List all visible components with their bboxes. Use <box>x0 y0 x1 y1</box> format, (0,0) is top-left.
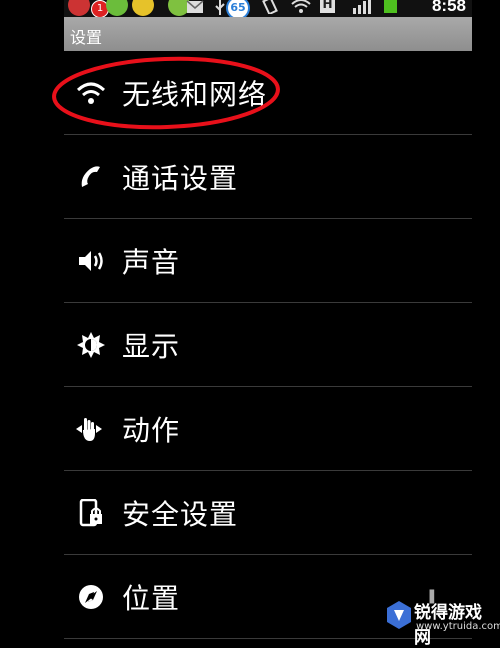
chat-app-icon <box>106 0 128 16</box>
lock-phone-icon <box>79 499 102 527</box>
settings-item-motion[interactable]: 动作 <box>64 387 472 471</box>
network-type-icon: H <box>320 0 335 13</box>
wifi-icon <box>76 82 106 104</box>
settings-item-label: 显示 <box>122 330 181 363</box>
mail-icon <box>186 0 204 13</box>
settings-item-security[interactable]: 安全设置 <box>64 471 472 555</box>
compass-icon <box>79 585 103 609</box>
usb-icon <box>215 0 225 15</box>
watermark-logo-icon <box>387 601 411 629</box>
wifi-signal-icon <box>291 0 311 13</box>
settings-item-label: 通话设置 <box>122 162 239 195</box>
settings-item-display[interactable]: 显示 <box>64 303 472 387</box>
page-title: 设置 <box>70 28 103 47</box>
watermark: 锐得游戏网 www.ytruida.com <box>382 596 500 648</box>
hand-gesture-icon <box>76 418 102 441</box>
brightness-icon <box>77 332 105 358</box>
battery-icon <box>384 0 397 13</box>
vibrate-icon <box>262 0 278 14</box>
settings-item-label: 声音 <box>122 246 181 279</box>
settings-item-label: 安全设置 <box>122 498 239 531</box>
status-bar[interactable]: 1 65 H 8:58 <box>64 0 472 17</box>
signal-strength-icon <box>353 0 371 14</box>
settings-item-label: 位置 <box>122 582 181 615</box>
watermark-url: www.ytruida.com <box>416 621 500 632</box>
clock: 8:58 <box>431 0 466 15</box>
app-notification-icon <box>68 0 90 16</box>
title-bar: 设置 <box>64 17 472 51</box>
system-status-icons: 65 H 8:58 <box>226 0 466 17</box>
speaker-icon <box>79 251 103 271</box>
settings-item-wireless-network[interactable]: 无线和网络 <box>64 51 472 135</box>
settings-item-call-settings[interactable]: 通话设置 <box>64 135 472 219</box>
settings-list: 无线和网络 通话设置 声音 显示 动作 安全设置 位置 <box>64 51 472 639</box>
browser-app-icon <box>132 0 154 16</box>
settings-item-sound[interactable]: 声音 <box>64 219 472 303</box>
screen: 1 65 H 8:58 设置 无线和网络 通话设置 声音 显示 动作 安全设置 … <box>0 0 500 648</box>
phone-icon <box>81 166 100 187</box>
settings-item-label: 动作 <box>122 414 181 447</box>
settings-item-label: 无线和网络 <box>122 78 268 111</box>
battery-percent-icon: 65 <box>226 0 250 17</box>
